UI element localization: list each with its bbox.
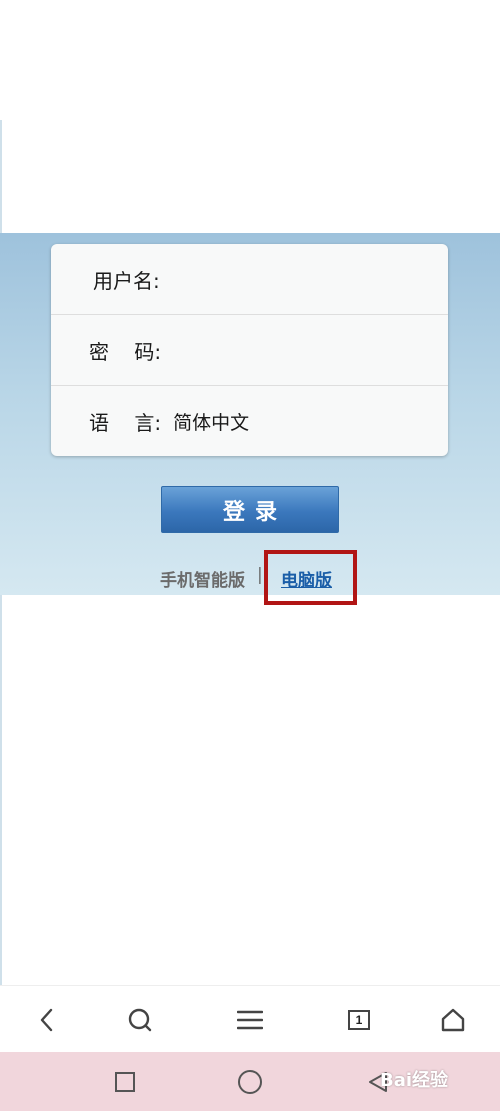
link-separator: | (257, 565, 263, 585)
menu-button[interactable] (222, 986, 278, 1053)
system-home-button[interactable] (220, 1052, 280, 1111)
back-icon (40, 1008, 53, 1031)
version-links: 手机智能版 | 电脑版 (0, 565, 500, 591)
home-circle-icon (238, 1069, 262, 1094)
language-row[interactable]: 语 言: 简体中文 (51, 385, 448, 456)
mobile-version-link[interactable]: 手机智能版 (160, 566, 245, 591)
home-icon (441, 1008, 465, 1031)
highlight-box (264, 550, 357, 605)
back-button[interactable] (19, 986, 75, 1053)
language-value[interactable]: 简体中文 (173, 408, 249, 435)
username-label: 用户名: (93, 268, 160, 293)
tabs-icon: 1 (348, 1009, 370, 1030)
home-button[interactable] (425, 986, 481, 1053)
login-button[interactable]: 登录 (161, 486, 339, 533)
search-button[interactable] (112, 986, 168, 1053)
login-form-card: 用户名: 密 码: 语 言: 简体中文 (51, 244, 448, 456)
username-row[interactable]: 用户名: (51, 244, 448, 314)
menu-icon (237, 1010, 263, 1029)
language-label: 语 言: (89, 410, 162, 435)
tabs-button[interactable]: 1 (331, 986, 387, 1053)
search-icon (128, 1008, 152, 1031)
recent-apps-icon (115, 1071, 135, 1092)
watermark: Bai经验 (380, 1070, 449, 1091)
password-row[interactable]: 密 码: (51, 314, 448, 385)
password-label: 密 码: (89, 339, 162, 364)
recent-apps-button[interactable] (95, 1052, 155, 1111)
browser-toolbar: 1 (0, 985, 500, 1053)
